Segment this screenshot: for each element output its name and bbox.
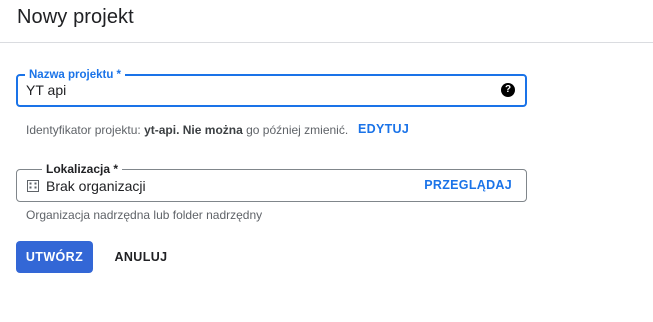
- page-title: Nowy projekt: [17, 6, 134, 28]
- project-id-prefix: Identyfikator projektu:: [26, 123, 141, 137]
- new-project-page: Nowy projekt Nazwa projektu * ? Identyfi…: [0, 0, 653, 322]
- create-button[interactable]: UTWÓRZ: [16, 241, 93, 273]
- project-id-warning: Nie można: [182, 123, 243, 137]
- project-name-input[interactable]: [26, 82, 486, 98]
- edit-project-id-button[interactable]: EDYTUJ: [358, 122, 409, 136]
- page-header: Nowy projekt: [0, 0, 653, 43]
- cancel-button[interactable]: ANULUJ: [105, 241, 177, 273]
- project-id-suffix: go później zmienić.: [246, 123, 349, 137]
- location-label: Lokalizacja *: [42, 162, 123, 176]
- help-icon[interactable]: ?: [501, 83, 515, 97]
- location-value: Brak organizacji: [46, 178, 146, 194]
- project-name-label: Nazwa projektu *: [25, 68, 126, 82]
- building-icon: [27, 180, 39, 192]
- project-name-field[interactable]: Nazwa projektu * ?: [16, 68, 527, 107]
- location-field[interactable]: Lokalizacja * Brak organizacji PRZEGLĄDA…: [16, 162, 527, 202]
- location-hint: Organizacja nadrzędna lub folder nadrzęd…: [26, 208, 263, 222]
- project-id-value: yt-api.: [144, 123, 180, 137]
- project-id-hint: Identyfikator projektu: yt-api. Nie możn…: [26, 123, 348, 137]
- browse-button[interactable]: PRZEGLĄDAJ: [424, 178, 512, 192]
